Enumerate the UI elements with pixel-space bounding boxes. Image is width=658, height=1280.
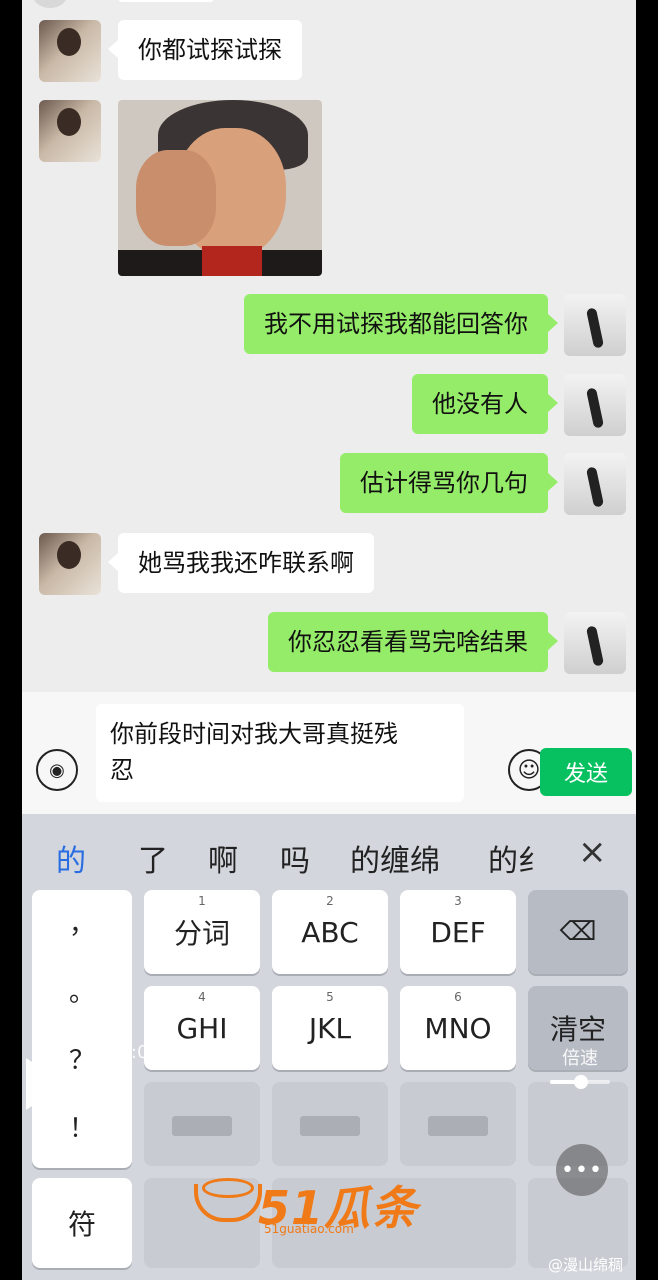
message-bubble-incoming[interactable]: 她骂我我还咋联系啊 [108, 533, 374, 593]
key-number: 1 [198, 894, 206, 908]
key-label: GHI [176, 1011, 228, 1045]
candidate-item[interactable]: 了 [138, 836, 168, 880]
key-number: 3 [454, 894, 462, 908]
key-number: 2 [326, 894, 334, 908]
candidate-item[interactable]: 的 [56, 836, 86, 880]
message-bubble-outgoing[interactable]: 他没有人 [412, 374, 558, 434]
contact-avatar[interactable] [39, 533, 101, 595]
my-avatar[interactable] [564, 294, 626, 356]
key-label: 分词 [173, 917, 230, 950]
candidate-item[interactable]: 吗 [280, 836, 310, 880]
punct-exclaim[interactable]: ！ [32, 1108, 132, 1145]
more-icon[interactable]: ••• [556, 1144, 608, 1196]
backspace-key[interactable]: ⌫ [528, 890, 628, 974]
punctuation-column: ， 。 ？ ！ [32, 890, 132, 1168]
backspace-icon: ⌫ [559, 917, 597, 947]
message-bubble-outgoing[interactable]: 你忍忍看看骂完啥结果 [268, 612, 558, 672]
input-text-line: 忍 [110, 756, 134, 784]
partial-bubble [118, 0, 214, 2]
message-bubble-incoming[interactable]: 你都试探试探 [108, 20, 302, 80]
punct-period[interactable]: 。 [32, 972, 132, 1009]
key-6[interactable]: 6 MNO [400, 986, 516, 1070]
key-label: DEF [430, 915, 486, 949]
input-bar: ◉ 你前段时间对我大哥真挺残 忍 ☺ 发送 [22, 692, 636, 814]
sticker-collar [202, 246, 262, 276]
input-text-line: 你前段时间对我大哥真挺残 [110, 720, 398, 748]
key-label: JKL [308, 1011, 352, 1045]
chat-area: 你都试探试探 我不用试探我都能回答你 他没有人 估计得骂你几句 她骂我我还咋联系… [22, 0, 636, 692]
close-icon[interactable]: × [578, 832, 607, 872]
progress-knob[interactable] [574, 1075, 588, 1089]
contact-avatar[interactable] [39, 100, 101, 162]
author-handle: @漫山绵稠 [548, 1256, 624, 1274]
blurred-key [400, 1082, 516, 1166]
key-1[interactable]: 1 分词 [144, 890, 260, 974]
key-label: ABC [301, 915, 359, 949]
play-icon[interactable] [26, 1058, 66, 1110]
key-3[interactable]: 3 DEF [400, 890, 516, 974]
punct-comma[interactable]: ， [32, 904, 132, 941]
watermark-url: 51guatiao.com [264, 1222, 354, 1236]
contact-avatar[interactable] [39, 20, 101, 82]
candidate-item[interactable]: 啊 [208, 836, 238, 880]
key-label: MNO [424, 1011, 492, 1045]
candidate-item[interactable]: 的缠绵 [350, 836, 440, 880]
my-avatar[interactable] [564, 374, 626, 436]
my-avatar[interactable] [564, 453, 626, 515]
symbol-key[interactable]: 符 [32, 1178, 132, 1268]
message-bubble-outgoing[interactable]: 我不用试探我都能回答你 [244, 294, 558, 354]
candidate-item[interactable]: 的纟 [488, 836, 548, 880]
key-number: 5 [326, 990, 334, 1004]
voice-icon[interactable]: ◉ [36, 749, 78, 791]
candidate-bar: 的 了 啊 吗 的缠绵 的纟 × [22, 814, 636, 888]
watermark-logo: 51瓜条 51guatiao.com [194, 1172, 424, 1236]
bowl-rim-icon [202, 1178, 254, 1198]
my-avatar[interactable] [564, 612, 626, 674]
message-input[interactable]: 你前段时间对我大哥真挺残 忍 [96, 704, 464, 802]
speed-button[interactable]: 倍速 [562, 1044, 598, 1070]
phone-screen: 你都试探试探 我不用试探我都能回答你 他没有人 估计得骂你几句 她骂我我还咋联系… [22, 0, 636, 1280]
sticker-image[interactable] [118, 100, 322, 276]
key-5[interactable]: 5 JKL [272, 986, 388, 1070]
send-button[interactable]: 发送 [540, 748, 632, 796]
blurred-key [272, 1082, 388, 1166]
video-time: 00:04 / 00:57 [108, 1042, 230, 1063]
blurred-key [144, 1082, 260, 1166]
message-bubble-outgoing[interactable]: 估计得骂你几句 [340, 453, 558, 513]
sticker-hand [136, 150, 216, 246]
key-number: 4 [198, 990, 206, 1004]
key-number: 6 [454, 990, 462, 1004]
key-2[interactable]: 2 ABC [272, 890, 388, 974]
partial-avatar [32, 0, 68, 8]
